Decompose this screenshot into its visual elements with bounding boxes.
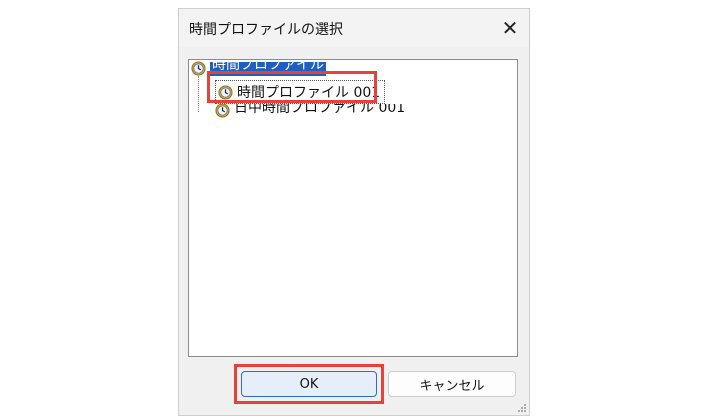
tree-root-label: 時間プロファイル (210, 61, 326, 76)
clock-icon (215, 104, 230, 118)
resize-grip-icon[interactable] (517, 403, 527, 413)
profile-select-dialog: 時間プロファイルの選択 ✕ 時間プロファイル 時間プロファイル 001 日中時間… (178, 8, 530, 416)
tree-root-node[interactable]: 時間プロファイル (191, 61, 326, 76)
ok-button[interactable]: OK (241, 371, 377, 397)
clock-icon (191, 61, 206, 76)
tree-item-daytime-profile-001[interactable]: 日中時間プロファイル 001 (215, 104, 405, 122)
tree-item-profile-001[interactable]: 時間プロファイル 001 (215, 80, 386, 104)
tree-item-label: 日中時間プロファイル 001 (234, 104, 406, 116)
close-button[interactable]: ✕ (497, 15, 523, 41)
dialog-title: 時間プロファイルの選択 (189, 22, 343, 38)
tree-item-label: 時間プロファイル 001 (237, 85, 381, 101)
close-icon: ✕ (501, 16, 519, 40)
cancel-button[interactable]: キャンセル (388, 371, 516, 397)
title-bar: 時間プロファイルの選択 ✕ (179, 9, 529, 47)
profile-tree[interactable]: 時間プロファイル 時間プロファイル 001 日中時間プロファイル 001 (188, 59, 518, 357)
tree-connector (198, 76, 199, 112)
clock-icon (218, 84, 233, 100)
